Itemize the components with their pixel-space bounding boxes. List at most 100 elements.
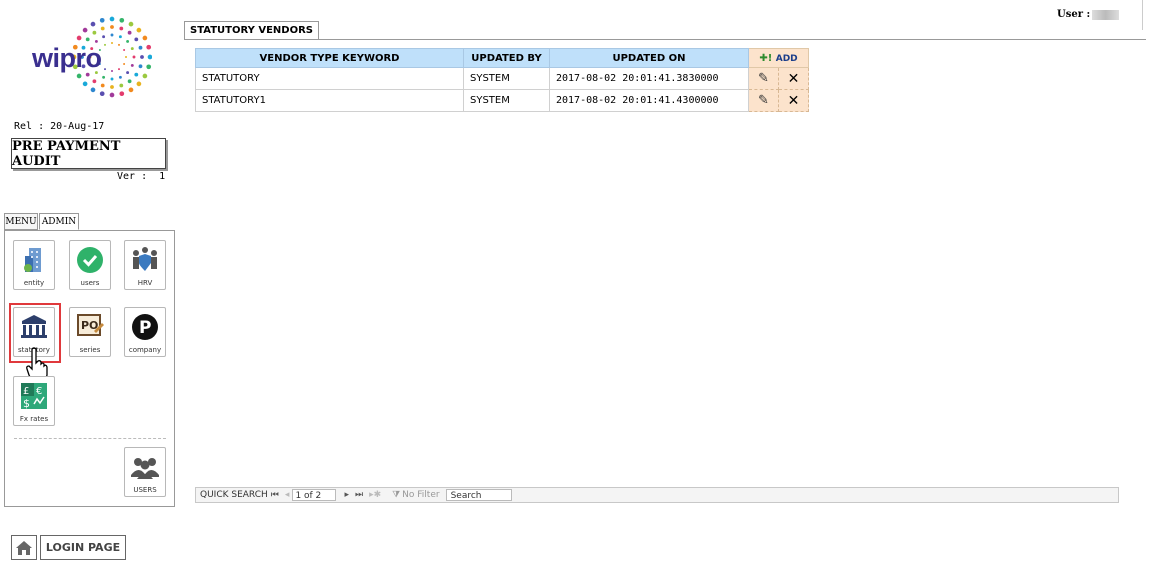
edit-button[interactable]: ✎	[748, 89, 779, 112]
entity-tile[interactable]: entity	[13, 240, 55, 290]
logo-dot	[90, 87, 96, 93]
people-shield-icon	[130, 245, 160, 275]
column-header[interactable]: VENDOR TYPE KEYWORD	[195, 48, 464, 68]
logo-dot	[104, 43, 106, 46]
cell-updated-by: SYSTEM	[463, 89, 550, 112]
login-page-button[interactable]: LOGIN PAGE	[40, 535, 126, 560]
hrv-tile[interactable]: HRV	[124, 240, 166, 290]
logo-dot	[119, 83, 124, 88]
logo-dot	[136, 27, 142, 33]
vendors-table: VENDOR TYPE KEYWORD UPDATED BY UPDATED O…	[195, 48, 809, 112]
logo-dot	[130, 63, 134, 67]
home-button[interactable]	[11, 535, 37, 560]
edit-pencil-icon: ✎	[758, 71, 769, 86]
logo-dot	[111, 42, 113, 44]
prev-page-icon[interactable]: ◂	[285, 490, 290, 500]
cell-keyword: STATUTORY	[195, 67, 464, 90]
government-building-icon	[19, 312, 49, 342]
column-header[interactable]: UPDATED ON	[549, 48, 749, 68]
users-label: users	[80, 279, 100, 287]
svg-text:P: P	[139, 318, 151, 338]
logo-dot	[76, 35, 82, 41]
logo-dot	[82, 81, 88, 87]
logo-dot	[134, 37, 139, 42]
logo-dot	[147, 54, 152, 60]
logo-dot	[100, 83, 105, 88]
new-record-icon[interactable]: ▸✱	[369, 490, 381, 500]
edit-button[interactable]: ✎	[748, 67, 779, 90]
logo-dot	[126, 39, 130, 43]
logo-dot	[138, 45, 143, 50]
edit-pencil-icon: ✎	[758, 93, 769, 108]
cell-keyword: STATUTORY1	[195, 89, 464, 112]
version-label: Ver :	[117, 171, 148, 182]
logo-dot	[110, 85, 114, 89]
company-label: company	[128, 346, 162, 354]
p-circle-icon: P	[130, 312, 160, 342]
cell-updated-on: 2017-08-02 20:01:41.4300000	[549, 89, 749, 112]
next-page-icon[interactable]: ▸	[344, 490, 349, 500]
column-header[interactable]: UPDATED BY	[463, 48, 550, 68]
tab-menu[interactable]: MENU	[4, 213, 38, 230]
delete-button[interactable]: ✕	[778, 89, 809, 112]
po-document-icon: PO	[75, 312, 105, 342]
logo-dot	[85, 37, 90, 42]
last-page-icon[interactable]: ⏭	[355, 490, 363, 500]
users-group-tile[interactable]: USERS	[124, 447, 166, 497]
logo-dot	[102, 35, 106, 39]
logo-dot	[90, 21, 96, 27]
divider	[1142, 0, 1143, 30]
logo-dot	[127, 79, 132, 84]
add-button[interactable]: ✚! ADD	[748, 48, 809, 68]
logo-dot	[146, 64, 152, 70]
quick-search-bar: QUICK SEARCH ⏮ ◂ 1 of 2 ▸ ⏭ ▸✱ ⧩ No Filt…	[195, 487, 1119, 503]
logo-dot	[111, 70, 113, 72]
app-name: PRE PAYMENT AUDIT	[11, 138, 166, 169]
fx-rates-label: Fx rates	[19, 415, 49, 423]
first-page-icon[interactable]: ⏮	[271, 490, 279, 500]
version-value: 1	[159, 171, 166, 182]
logo-dot	[142, 73, 148, 79]
table-row: STATUTORY SYSTEM 2017-08-02 20:01:41.383…	[195, 67, 809, 90]
svg-text:€: €	[36, 386, 42, 397]
page-indicator[interactable]: 1 of 2	[292, 489, 337, 501]
logo-dot	[119, 91, 125, 97]
logo-dot	[140, 55, 144, 59]
table-header-row: VENDOR TYPE KEYWORD UPDATED BY UPDATED O…	[195, 48, 809, 68]
logo-dot	[118, 43, 120, 46]
logo-dot	[110, 33, 114, 37]
user-name-redacted	[1092, 10, 1119, 20]
logo-dot	[82, 27, 88, 33]
series-label: series	[79, 346, 101, 354]
users-tile[interactable]: users	[69, 240, 111, 290]
logo-dot	[138, 64, 143, 69]
company-tile[interactable]: P company	[124, 307, 166, 357]
entity-label: entity	[23, 279, 45, 287]
logo-text: wipro	[32, 43, 102, 73]
filter-icon[interactable]: ⧩	[392, 490, 400, 500]
logo-dot	[134, 72, 139, 77]
logo-dot	[136, 81, 142, 87]
logo-dot	[109, 92, 115, 98]
logo-dot	[123, 63, 126, 65]
delete-button[interactable]: ✕	[778, 67, 809, 90]
logo-dot	[99, 17, 105, 23]
logo-dot	[146, 44, 152, 50]
fx-rates-tile[interactable]: £ € $ Fx rates	[13, 376, 55, 426]
no-filter-label[interactable]: No Filter	[402, 490, 439, 500]
logo-dot	[142, 35, 148, 41]
building-icon	[19, 245, 49, 275]
close-icon: ✕	[787, 92, 800, 109]
logo-dot	[132, 55, 136, 59]
logo-dot	[126, 71, 130, 75]
series-tile[interactable]: PO series	[69, 307, 111, 357]
logo-dot	[118, 68, 120, 71]
logo-dot	[109, 16, 115, 22]
release-date: Rel : 20-Aug-17	[14, 121, 105, 132]
close-icon: ✕	[787, 70, 800, 87]
search-input[interactable]: Search	[445, 489, 512, 501]
divider	[14, 438, 166, 439]
version: Ver : 1	[117, 171, 165, 182]
cell-updated-by: SYSTEM	[463, 67, 550, 90]
tab-admin[interactable]: ADMIN	[39, 213, 79, 230]
